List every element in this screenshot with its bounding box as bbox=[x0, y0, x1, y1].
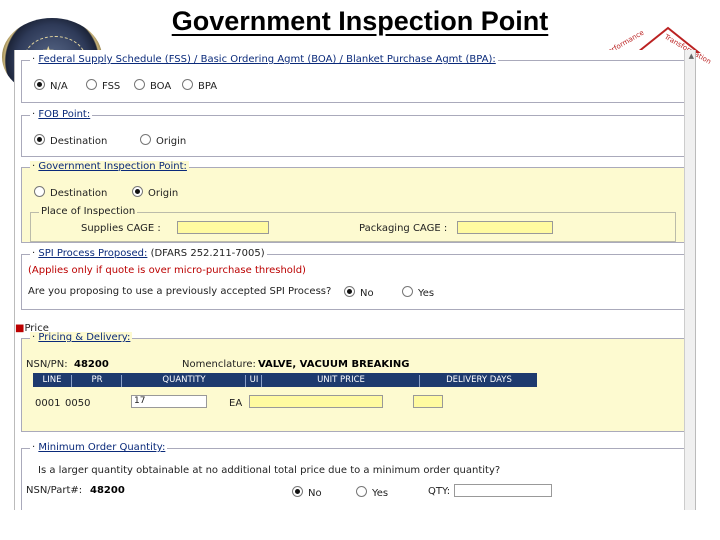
qty-label: QTY: bbox=[428, 486, 451, 497]
moq-legend: · Minimum Order Quantity: bbox=[30, 442, 168, 453]
moq-question: Is a larger quantity obtainable at no ad… bbox=[38, 465, 501, 476]
scroll-up-icon[interactable]: ▲ bbox=[689, 52, 694, 60]
column-header-delivery-days: DELIVERY DAYS bbox=[419, 375, 538, 387]
part-label: NSN/Part#: bbox=[26, 485, 83, 496]
packaging-cage-input[interactable] bbox=[457, 221, 553, 234]
form-panel: · Federal Supply Schedule (FSS) / Basic … bbox=[14, 50, 696, 510]
spi-question: Are you proposing to use a previously ac… bbox=[28, 286, 332, 297]
radio-icon bbox=[86, 79, 97, 90]
moq-section: · Minimum Order Quantity: Is a larger qu… bbox=[21, 442, 685, 510]
supplies-cage-input[interactable] bbox=[177, 221, 269, 234]
fss-legend: · Federal Supply Schedule (FSS) / Basic … bbox=[30, 54, 498, 65]
vertical-scrollbar[interactable]: ▲ bbox=[684, 50, 695, 510]
column-header-unit-price: UNIT PRICE bbox=[261, 375, 420, 387]
spi-option-no[interactable]: No bbox=[344, 286, 374, 299]
supplies-cage-label: Supplies CAGE : bbox=[81, 223, 161, 234]
spi-section: · SPI Process Proposed: (DFARS 252.211-7… bbox=[21, 248, 685, 310]
qty-input[interactable] bbox=[454, 484, 552, 497]
quantity-input[interactable]: 17 bbox=[131, 395, 207, 408]
radio-icon bbox=[356, 486, 367, 497]
nsn-label: NSN/PN: bbox=[26, 359, 68, 370]
radio-icon bbox=[34, 134, 45, 145]
spi-legend: · SPI Process Proposed: (DFARS 252.211-7… bbox=[30, 248, 267, 259]
delivery-days-input[interactable] bbox=[413, 395, 443, 408]
nomenclature-value: VALVE, VACUUM BREAKING bbox=[258, 359, 410, 370]
radio-icon bbox=[182, 79, 193, 90]
fss-section: · Federal Supply Schedule (FSS) / Basic … bbox=[21, 54, 685, 103]
fss-option-fss[interactable]: FSS bbox=[86, 79, 120, 92]
table-row-pr: 0050 bbox=[65, 398, 91, 409]
radio-icon bbox=[134, 79, 145, 90]
table-row-ui: EA bbox=[229, 398, 243, 409]
radio-icon bbox=[140, 134, 151, 145]
fss-option-boa[interactable]: BOA bbox=[134, 79, 171, 92]
radio-icon bbox=[344, 286, 355, 297]
radio-icon bbox=[132, 186, 143, 197]
packaging-cage-label: Packaging CAGE : bbox=[359, 223, 448, 234]
gip-option-origin[interactable]: Origin bbox=[132, 186, 178, 199]
fss-option-na[interactable]: N/A bbox=[34, 79, 68, 92]
moq-option-yes[interactable]: Yes bbox=[356, 486, 388, 499]
place-of-inspection-legend: Place of Inspection bbox=[39, 206, 138, 217]
inspection-point-legend: · Government Inspection Point: bbox=[30, 161, 189, 172]
unit-price-input[interactable] bbox=[249, 395, 383, 408]
fss-option-bpa[interactable]: BPA bbox=[182, 79, 217, 92]
column-header-quantity: QUANTITY bbox=[121, 375, 246, 387]
gip-option-destination[interactable]: Destination bbox=[34, 186, 107, 199]
column-header-ui: UI bbox=[245, 375, 262, 387]
inspection-point-section: · Government Inspection Point: Destinati… bbox=[21, 161, 685, 243]
part-value: 48200 bbox=[90, 485, 125, 496]
nomenclature-label: Nomenclature: bbox=[182, 359, 256, 370]
spi-note: (Applies only if quote is over micro-pur… bbox=[28, 265, 306, 276]
column-header-pr: PR bbox=[71, 375, 122, 387]
fob-option-origin[interactable]: Origin bbox=[140, 134, 186, 147]
radio-icon bbox=[34, 186, 45, 197]
fob-option-destination[interactable]: Destination bbox=[34, 134, 107, 147]
nsn-value: 48200 bbox=[74, 359, 109, 370]
pricing-delivery-legend: · Pricing & Delivery: bbox=[30, 332, 133, 343]
fob-legend: · FOB Point: bbox=[30, 109, 93, 120]
place-of-inspection-group: Place of Inspection Supplies CAGE : Pack… bbox=[30, 206, 676, 242]
table-row-line: 0001 bbox=[35, 398, 61, 409]
moq-option-no[interactable]: No bbox=[292, 486, 322, 499]
spi-option-yes[interactable]: Yes bbox=[402, 286, 434, 299]
column-header-line: LINE bbox=[42, 375, 62, 385]
fob-section: · FOB Point: Destination Origin bbox=[21, 109, 685, 157]
pricing-table-header: LINE PR QUANTITY UI UNIT PRICE DELIVERY … bbox=[33, 373, 537, 387]
radio-icon bbox=[402, 286, 413, 297]
radio-icon bbox=[292, 486, 303, 497]
radio-icon bbox=[34, 79, 45, 90]
